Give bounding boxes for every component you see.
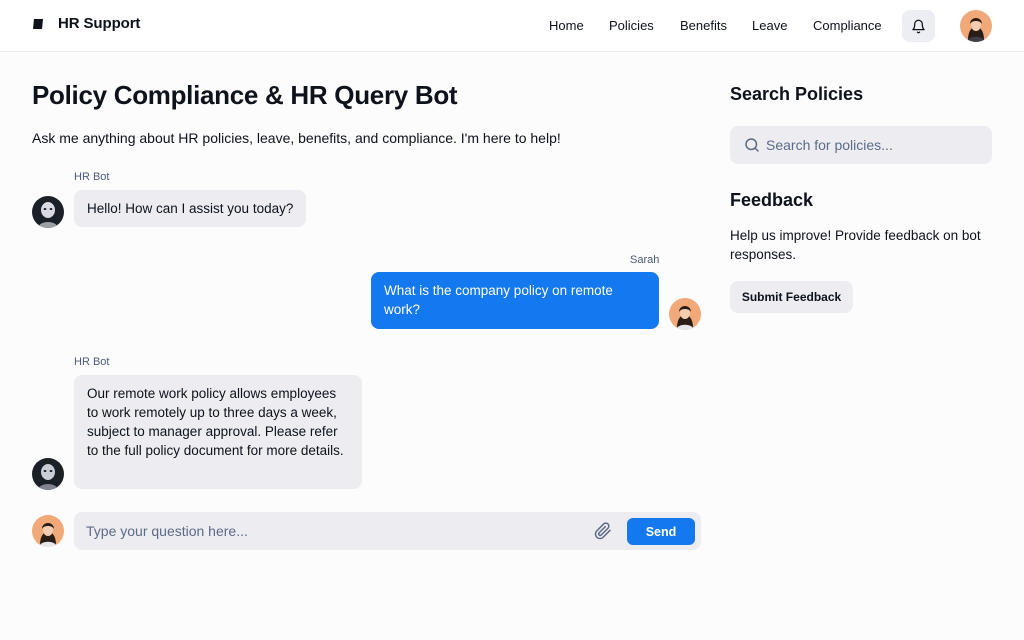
bot-avatar [32, 458, 64, 490]
user-avatar[interactable] [960, 10, 992, 42]
top-navigation-bar: HR Support Home Policies Benefits Leave … [0, 0, 1024, 52]
composer-avatar [32, 515, 64, 547]
search-icon [745, 138, 759, 152]
bell-icon [912, 19, 925, 33]
message-composer: Send [74, 512, 701, 550]
nav-compliance[interactable]: Compliance [813, 18, 882, 33]
bot-message-bubble: Hello! How can I assist you today? [74, 190, 306, 227]
user-portrait-icon [32, 515, 64, 547]
robot-icon [32, 196, 64, 228]
notifications-button[interactable] [902, 10, 935, 42]
paperclip-icon[interactable] [594, 522, 612, 540]
message-input[interactable] [74, 512, 584, 550]
brand-title: HR Support [58, 15, 141, 32]
page-title: Policy Compliance & HR Query Bot [32, 80, 458, 110]
feedback-description: Help us improve! Provide feedback on bot… [730, 228, 981, 262]
policy-search [730, 126, 992, 164]
nav-leave[interactable]: Leave [752, 18, 787, 33]
user-portrait-icon [960, 10, 992, 42]
page-subtitle: Ask me anything about HR policies, leave… [32, 130, 561, 146]
user-message-avatar [669, 298, 701, 330]
search-policies-heading: Search Policies [730, 84, 864, 104]
policy-search-input[interactable] [766, 126, 986, 164]
robot-icon [32, 458, 64, 490]
book-icon [33, 18, 43, 29]
nav-policies[interactable]: Policies [609, 18, 654, 33]
message-sender: HR Bot [74, 171, 110, 183]
nav-home[interactable]: Home [549, 18, 584, 33]
brand[interactable]: HR Support [32, 15, 140, 32]
send-button[interactable]: Send [627, 518, 695, 545]
user-message-bubble: What is the company policy on remote wor… [371, 272, 659, 329]
user-portrait-icon [669, 298, 701, 330]
nav-benefits[interactable]: Benefits [680, 18, 727, 33]
submit-feedback-button[interactable]: Submit Feedback [730, 281, 853, 313]
feedback-heading: Feedback [730, 190, 814, 210]
message-sender: Sarah [630, 254, 660, 266]
message-sender: HR Bot [74, 356, 110, 368]
bot-avatar [32, 196, 64, 228]
bot-message-bubble: Our remote work policy allows employees … [74, 375, 362, 489]
